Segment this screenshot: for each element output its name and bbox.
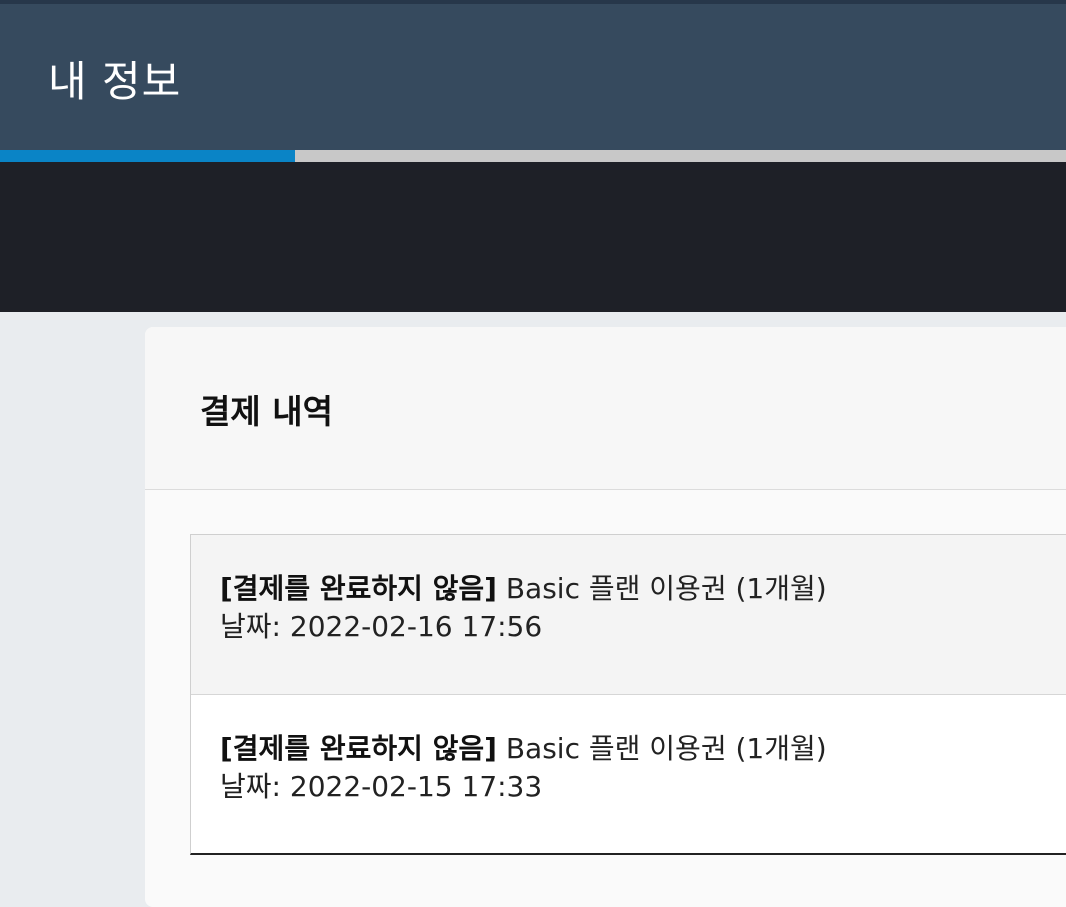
payment-list-item[interactable]: [결제를 완료하지 않음] Basic 플랜 이용권 (1개월) 날짜: 202… [191, 694, 1066, 853]
page-header: 내 정보 [0, 0, 1066, 150]
payment-status: [결제를 완료하지 않음] [220, 732, 497, 765]
payment-item: Basic 플랜 이용권 (1개월) [505, 572, 827, 605]
card-header: 결제 내역 [145, 327, 1066, 490]
payment-date: 2022-02-16 17:56 [289, 610, 543, 643]
payment-list: [결제를 완료하지 않음] Basic 플랜 이용권 (1개월) 날짜: 202… [190, 534, 1066, 855]
dark-banner [0, 162, 1066, 312]
payment-item: Basic 플랜 이용권 (1개월) [505, 732, 827, 765]
page-title: 내 정보 [48, 57, 182, 106]
payment-line: [결제를 완료하지 않음] Basic 플랜 이용권 (1개월) [220, 570, 1066, 608]
payment-date-label: 날짜: [220, 770, 281, 803]
progress-bar [0, 150, 1066, 162]
payment-date: 2022-02-15 17:33 [289, 770, 543, 803]
payment-list-item[interactable]: [결제를 완료하지 않음] Basic 플랜 이용권 (1개월) 날짜: 202… [191, 535, 1066, 694]
card-title: 결제 내역 [200, 392, 333, 431]
payment-date-label: 날짜: [220, 610, 281, 643]
payment-date-line: 날짜: 2022-02-15 17:33 [220, 768, 1066, 806]
payment-date-line: 날짜: 2022-02-16 17:56 [220, 608, 1066, 646]
payment-history-card: 결제 내역 [결제를 완료하지 않음] Basic 플랜 이용권 (1개월) 날… [145, 327, 1066, 907]
progress-bar-fill [0, 150, 296, 162]
payment-status: [결제를 완료하지 않음] [220, 572, 497, 605]
payment-line: [결제를 완료하지 않음] Basic 플랜 이용권 (1개월) [220, 730, 1066, 768]
